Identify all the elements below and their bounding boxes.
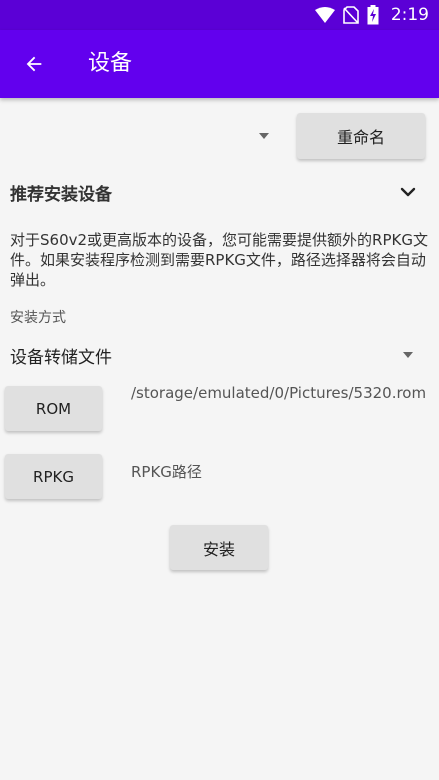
no-sim-icon (343, 6, 359, 24)
rom-path: /storage/emulated/0/Pictures/5320.rom (131, 384, 427, 402)
battery-charging-icon (367, 5, 379, 25)
dropdown-arrow-icon (396, 347, 420, 363)
install-method-value: 设备转储文件 (10, 347, 112, 368)
rpkg-path: RPKG路径 (131, 463, 202, 481)
device-spinner[interactable] (252, 128, 276, 144)
status-icons: 2:19 (314, 0, 429, 30)
install-method-label: 安装方式 (10, 310, 66, 326)
install-method-select[interactable]: 设备转储文件 (10, 340, 420, 370)
status-bar: 2:19 (0, 0, 439, 30)
arrow-back-icon (23, 53, 45, 75)
page-title: 设备 (88, 51, 133, 76)
status-time: 2:19 (390, 5, 429, 25)
rename-button[interactable]: 重命名 (297, 113, 425, 159)
wifi-icon (314, 7, 335, 23)
app-bar: 设备 (0, 30, 439, 98)
rpkg-button[interactable]: RPKG (5, 454, 102, 499)
rom-button[interactable]: ROM (5, 386, 102, 431)
recommended-section-header[interactable]: 推荐安装设备 (10, 176, 430, 208)
dropdown-arrow-icon (252, 128, 276, 144)
recommended-description: 对于S60v2或更高版本的设备，您可能需要提供额外的RPKG文件。如果安装程序检… (10, 231, 428, 289)
back-button[interactable] (14, 44, 54, 84)
recommended-title: 推荐安装设备 (10, 184, 112, 205)
install-button[interactable]: 安装 (170, 525, 268, 570)
chevron-down-icon[interactable] (396, 180, 420, 204)
